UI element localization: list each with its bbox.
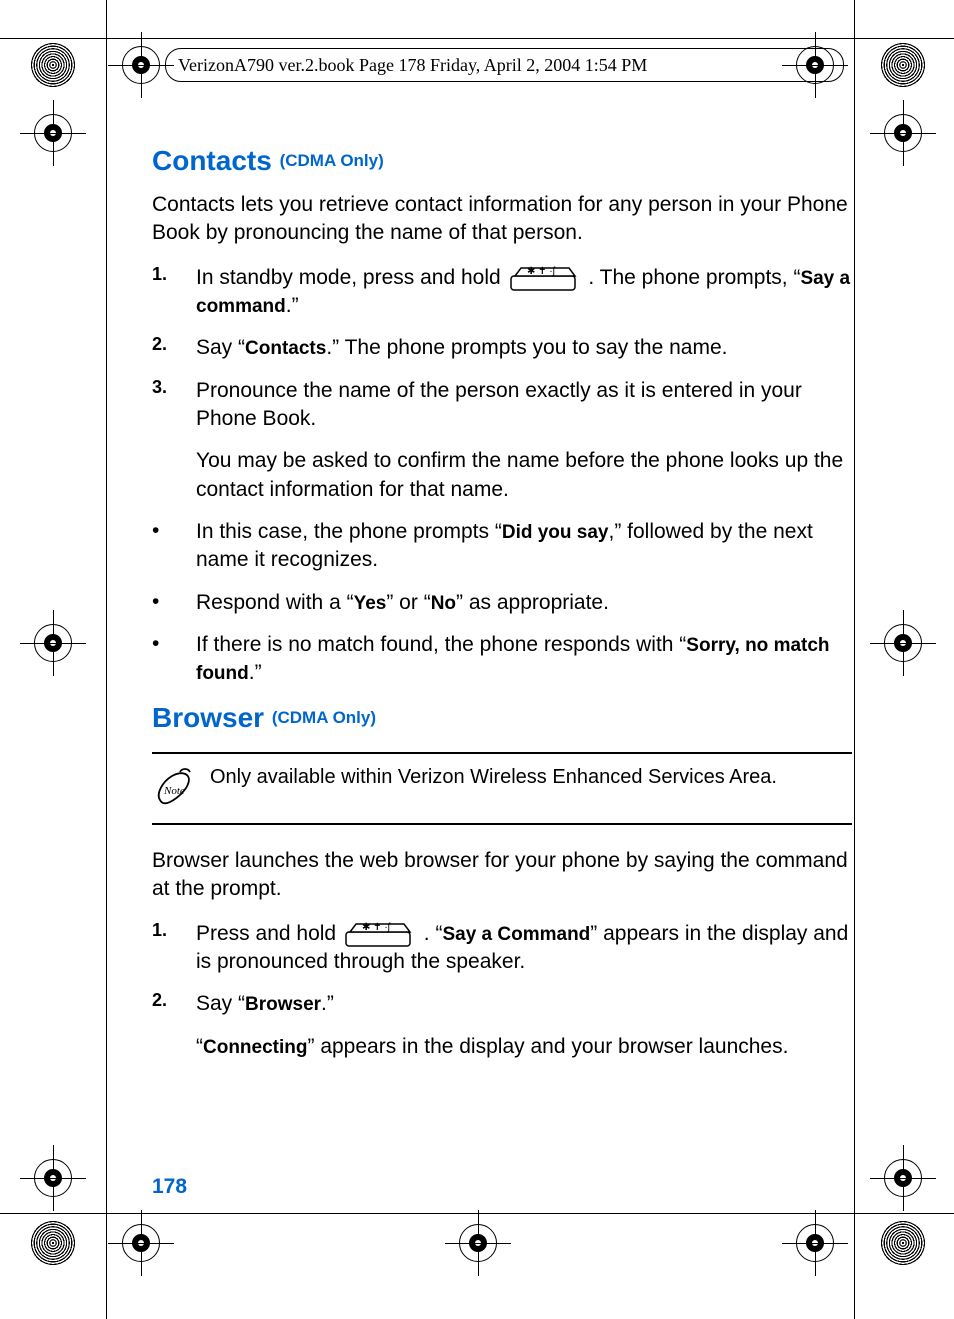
registration-mark-icon <box>30 620 76 666</box>
svg-text:✱ ✝ ·ʃ: ✱ ✝ ·ʃ <box>362 922 391 933</box>
section-heading-browser: Browser (CDMA Only) <box>152 702 852 734</box>
bullet-text: Respond with a “Yes” or “No” as appropri… <box>196 589 852 617</box>
registration-mark-icon <box>30 1155 76 1201</box>
crop-line <box>0 38 954 39</box>
crop-line <box>0 1213 954 1214</box>
heading-tag: (CDMA Only) <box>272 708 376 727</box>
step-item: 2. Say “Contacts.” The phone prompts you… <box>152 334 852 362</box>
step-text: Say “Contacts.” The phone prompts you to… <box>196 334 852 362</box>
crop-line <box>106 0 107 1319</box>
heading-text: Browser <box>152 702 264 733</box>
note-icon: Note <box>152 764 210 813</box>
step-item: 1. In standby mode, press and hold ✱ ✝ ·… <box>152 264 852 321</box>
registration-mark-icon <box>30 110 76 156</box>
phone-key-icon: ✱ ✝ ·ʃ <box>509 266 581 290</box>
crop-line <box>854 0 855 1319</box>
steps-list: 1. Press and hold ✱ ✝ ·ʃ . “Say a Comman… <box>152 920 852 1061</box>
svg-text:Note: Note <box>163 785 185 797</box>
step-number: 1. <box>152 264 196 321</box>
step-number: 2. <box>152 334 196 362</box>
printer-mark-icon <box>30 1220 76 1266</box>
page-content: Contacts (CDMA Only) Contacts lets you r… <box>152 145 852 1075</box>
step-number: 1. <box>152 920 196 977</box>
step-item: 1. Press and hold ✱ ✝ ·ʃ . “Say a Comman… <box>152 920 852 977</box>
bullet-marker: • <box>152 631 196 688</box>
step-number: 2. <box>152 990 196 1061</box>
intro-paragraph: Browser launches the web browser for you… <box>152 847 852 904</box>
intro-paragraph: Contacts lets you retrieve contact infor… <box>152 191 852 248</box>
page-number: 178 <box>152 1175 187 1199</box>
heading-text: Contacts <box>152 145 272 176</box>
step-item: 2. Say “Browser.” “Connecting” appears i… <box>152 990 852 1061</box>
registration-mark-icon <box>880 110 926 156</box>
bullet-item: • In this case, the phone prompts “Did y… <box>152 518 852 575</box>
step-item: 3. Pronounce the name of the person exac… <box>152 377 852 504</box>
bullet-item: • If there is no match found, the phone … <box>152 631 852 688</box>
step-text: In standby mode, press and hold ✱ ✝ ·ʃ .… <box>196 264 852 321</box>
document-page: VerizonA790 ver.2.book Page 178 Friday, … <box>0 0 954 1319</box>
registration-mark-icon <box>880 1155 926 1201</box>
printer-mark-icon <box>30 42 76 88</box>
step-text: Say “Browser.” “Connecting” appears in t… <box>196 990 852 1061</box>
registration-mark-icon <box>792 1220 838 1266</box>
section-heading-contacts: Contacts (CDMA Only) <box>152 145 852 177</box>
bullet-item: • Respond with a “Yes” or “No” as approp… <box>152 589 852 617</box>
step-text: Press and hold ✱ ✝ ·ʃ . “Say a Command” … <box>196 920 852 977</box>
printer-mark-icon <box>880 42 926 88</box>
bullet-marker: • <box>152 589 196 617</box>
heading-tag: (CDMA Only) <box>280 151 384 170</box>
step-number: 3. <box>152 377 196 504</box>
phone-key-icon: ✱ ✝ ·ʃ <box>344 922 416 946</box>
registration-mark-icon <box>118 42 164 88</box>
bullet-marker: • <box>152 518 196 575</box>
registration-mark-icon <box>118 1220 164 1266</box>
registration-mark-icon <box>880 620 926 666</box>
steps-list: 1. In standby mode, press and hold ✱ ✝ ·… <box>152 264 852 688</box>
registration-mark-icon <box>455 1220 501 1266</box>
note-callout: Note Only available within Verizon Wirel… <box>152 752 852 825</box>
svg-text:✱ ✝ ·ʃ: ✱ ✝ ·ʃ <box>527 266 556 277</box>
book-header: VerizonA790 ver.2.book Page 178 Friday, … <box>165 48 844 82</box>
printer-mark-icon <box>880 1220 926 1266</box>
step-text: Pronounce the name of the person exactly… <box>196 377 852 504</box>
bullet-text: If there is no match found, the phone re… <box>196 631 852 688</box>
note-text: Only available within Verizon Wireless E… <box>210 764 852 813</box>
bullet-text: In this case, the phone prompts “Did you… <box>196 518 852 575</box>
